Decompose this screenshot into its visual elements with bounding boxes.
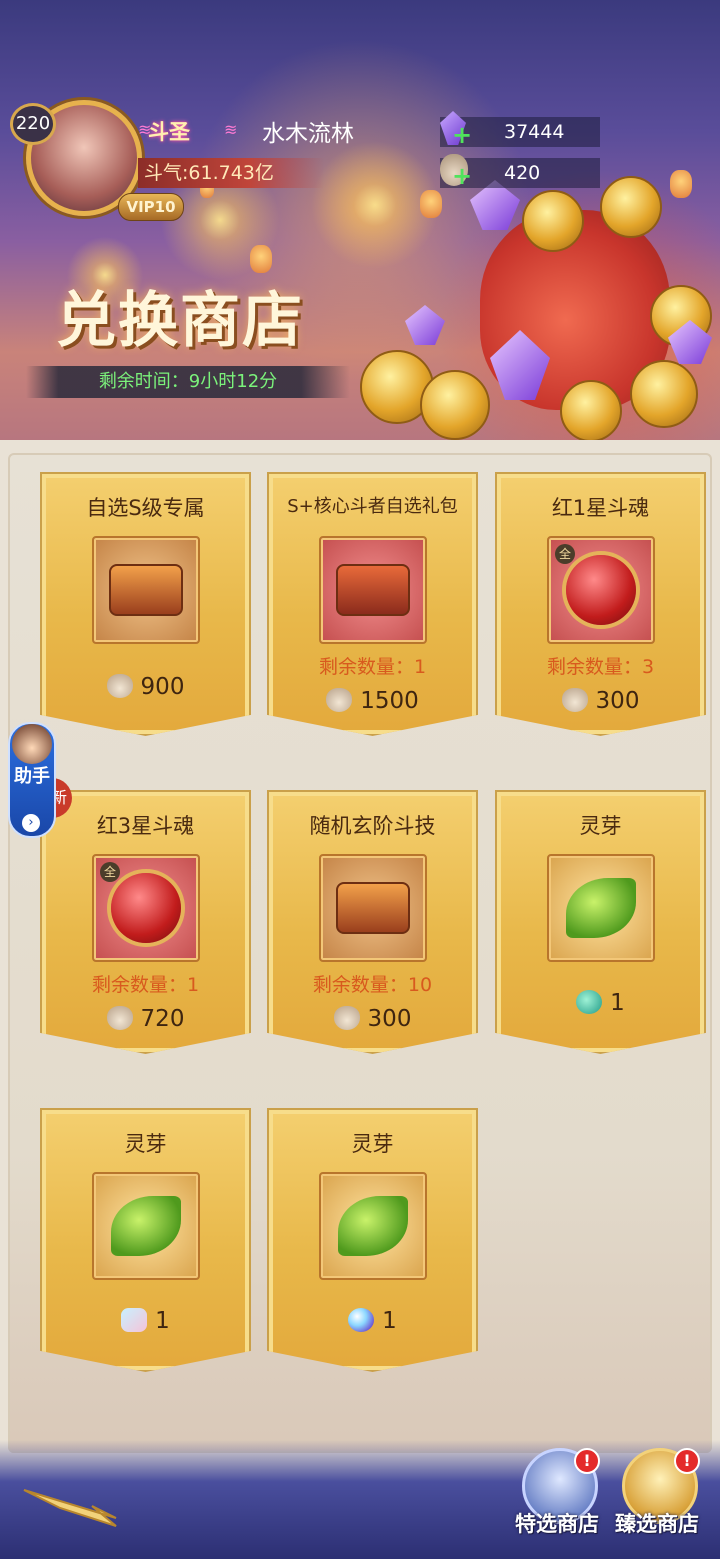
shop-item-card[interactable]: 红3星斗魂 全 剩余数量：1 720 — [40, 790, 251, 1054]
crystal-currency[interactable]: + 37444 — [440, 111, 600, 147]
item-price: 720 — [42, 1006, 249, 1032]
orb-icon — [348, 1308, 375, 1332]
item-frame — [319, 854, 427, 962]
purple-gem — [405, 305, 445, 345]
premium-shop-button[interactable]: ! 臻选商店 — [612, 1448, 702, 1548]
item-frame — [92, 1172, 200, 1280]
add-icon[interactable]: + — [452, 164, 472, 188]
shop-item-card[interactable]: S+核心斗者自选礼包 剩余数量：1 1500 — [267, 472, 478, 736]
item-name: 自选S级专属 — [86, 496, 205, 520]
gold-coin — [560, 380, 622, 440]
item-remaining: 剩余数量：1 — [318, 656, 427, 678]
shop-title: 兑换商店 — [56, 286, 304, 356]
sky-lantern — [420, 190, 442, 218]
add-icon[interactable]: + — [452, 123, 472, 147]
back-arrow-icon[interactable] — [20, 1468, 120, 1528]
shop-item-card[interactable]: 红1星斗魂 全 剩余数量：3 300 — [495, 472, 706, 736]
item-name: 随机玄阶斗技 — [309, 814, 436, 838]
crystal-amount: 37444 — [504, 121, 565, 143]
coin-bag-icon — [561, 688, 588, 712]
shop-banner: 220 VIP10 ≋ 斗圣 ≋ 水木流林 斗气:61.743亿 + 37444… — [0, 0, 720, 440]
sky-lantern — [250, 245, 272, 273]
coin-bag-icon — [326, 688, 353, 712]
item-name: 灵芽 — [124, 1132, 167, 1156]
item-remaining: 剩余数量：10 — [312, 974, 433, 996]
shop-item-card[interactable]: 灵芽 1 — [267, 1108, 478, 1372]
shop-item-card[interactable]: 自选S级专属 900 — [40, 472, 251, 736]
gold-coin — [630, 360, 698, 428]
s-plus-chest-icon — [336, 564, 410, 616]
coin-bag-currency[interactable]: + 420 — [440, 154, 600, 188]
skill-chest-icon — [336, 882, 410, 934]
item-price: 1 — [269, 1308, 476, 1334]
player-power: 斗气:61.743亿 — [138, 158, 324, 188]
special-shop-button[interactable]: ! 特选商店 — [512, 1448, 602, 1548]
alert-icon: ! — [574, 1448, 600, 1474]
remaining-time: 剩余时间：9小时12分 — [26, 366, 350, 398]
item-price: 900 — [42, 674, 249, 700]
red-soul-orb-icon — [566, 555, 636, 625]
item-price: 1500 — [269, 688, 476, 714]
coin-bag-icon — [106, 1006, 133, 1030]
spirit-sprout-icon — [111, 1196, 181, 1256]
red-soul-orb-icon — [111, 873, 181, 943]
wing-icon: ≋ — [224, 120, 238, 139]
treasure-chest-icon — [109, 564, 183, 616]
spirit-sprout-icon — [338, 1196, 408, 1256]
pouch-icon — [121, 1308, 148, 1332]
item-frame — [547, 854, 655, 962]
shop-item-card[interactable]: 灵芽 1 — [495, 790, 706, 1054]
item-name: 灵芽 — [579, 814, 622, 838]
player-rank-title: 斗圣 — [148, 120, 190, 144]
item-remaining: 剩余数量：3 — [546, 656, 655, 678]
item-price: 300 — [269, 1006, 476, 1032]
all-tag: 全 — [100, 862, 120, 882]
item-frame: 全 — [92, 854, 200, 962]
shop-item-card[interactable]: 灵芽 1 — [40, 1108, 251, 1372]
all-tag: 全 — [555, 544, 575, 564]
item-price: 300 — [497, 688, 704, 714]
premium-shop-label: 臻选商店 — [615, 1512, 699, 1536]
assistant-avatar-icon — [12, 724, 52, 764]
assistant-button[interactable]: 助手 › — [8, 722, 56, 838]
jade-icon — [576, 990, 603, 1014]
item-frame: 全 — [547, 536, 655, 644]
item-name: S+核心斗者自选礼包 — [287, 496, 458, 517]
alert-icon: ! — [674, 1448, 700, 1474]
sky-lantern — [670, 170, 692, 198]
item-name: 红3星斗魂 — [96, 814, 195, 838]
special-shop-label: 特选商店 — [515, 1512, 599, 1536]
assistant-label: 助手 — [14, 766, 50, 787]
item-frame — [319, 1172, 427, 1280]
coin-bag-icon — [333, 1006, 360, 1030]
item-frame — [319, 536, 427, 644]
coin-bag-icon — [106, 674, 133, 698]
gold-coin — [420, 370, 490, 440]
item-price: 1 — [42, 1308, 249, 1334]
chevron-right-icon: › — [22, 814, 40, 832]
gold-coin — [522, 190, 584, 252]
item-name: 灵芽 — [351, 1132, 394, 1156]
spirit-sprout-icon — [566, 878, 636, 938]
player-name: 水木流林 — [262, 121, 354, 147]
item-remaining: 剩余数量：1 — [91, 974, 200, 996]
player-level-badge: 220 — [10, 103, 56, 145]
item-name: 红1星斗魂 — [551, 496, 650, 520]
item-price: 1 — [497, 990, 704, 1016]
item-frame — [92, 536, 200, 644]
shop-item-card[interactable]: 随机玄阶斗技 剩余数量：10 300 — [267, 790, 478, 1054]
vip-badge: VIP10 — [118, 193, 184, 221]
coin-bag-amount: 420 — [504, 162, 541, 184]
gold-coin — [600, 176, 662, 238]
